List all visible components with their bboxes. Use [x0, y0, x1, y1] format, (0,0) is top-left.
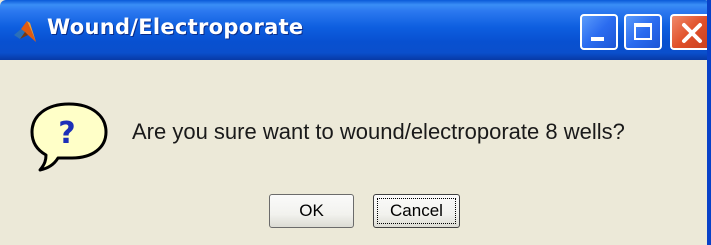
matlab-logo-icon [14, 21, 36, 42]
title-bar[interactable]: Wound/Electroporate [0, 0, 707, 60]
close-icon [682, 23, 702, 43]
dialog-window: Wound/Electroporate ? Are you sure want … [0, 0, 711, 245]
minimize-button[interactable] [580, 14, 618, 50]
window-title: Wound/Electroporate [47, 15, 304, 39]
minimize-icon [591, 37, 604, 41]
dialog-message: Are you sure want to wound/electroporate… [132, 119, 625, 144]
close-button[interactable] [670, 14, 707, 50]
question-icon: ? [30, 102, 108, 172]
svg-text:?: ? [58, 116, 75, 151]
cancel-button[interactable]: Cancel [373, 194, 460, 228]
maximize-icon [634, 23, 652, 40]
cancel-button-label: Cancel [390, 201, 443, 220]
ok-button[interactable]: OK [269, 194, 354, 228]
ok-button-label: OK [299, 201, 324, 220]
maximize-button[interactable] [624, 14, 662, 50]
